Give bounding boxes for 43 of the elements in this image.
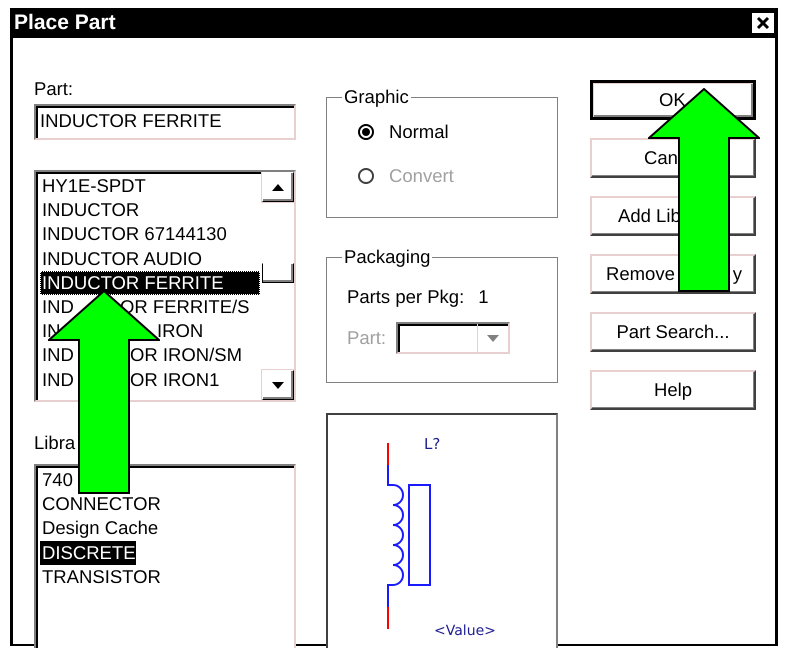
list-item-text: OR IRON/SM (130, 343, 242, 368)
up-triangle-icon (272, 184, 284, 190)
field-label: Part: (347, 327, 386, 349)
list-item[interactable]: Design Cache (40, 516, 158, 541)
group-title: Graphic (344, 86, 409, 107)
list-item-text: IND (42, 343, 75, 368)
list-item[interactable]: HY1E-SPDT (40, 174, 146, 198)
dialog-button[interactable]: Help (590, 370, 756, 410)
list-item-text: IND (42, 295, 75, 320)
button-text: y (732, 263, 742, 285)
list-item[interactable]: INDUCTOR AUDIO (40, 246, 202, 271)
list-item[interactable]: INDUCTOR FERRITE (40, 270, 260, 296)
scrollbar[interactable] (262, 172, 294, 400)
list-item[interactable]: 740 (40, 468, 73, 492)
down-triangle-icon (272, 382, 284, 388)
radio-label: Normal (389, 121, 449, 143)
group-title: Packaging (344, 246, 430, 267)
list-item-text: OR IRON1 (130, 368, 220, 392)
list-item[interactable]: DISCRETE (40, 540, 136, 565)
dialog-button[interactable]: Part Search... (590, 312, 756, 352)
field-value: 1 (478, 286, 489, 308)
radio-button[interactable] (357, 123, 375, 141)
radio-label: Convert (389, 165, 454, 187)
field-label: Part: (34, 78, 74, 100)
scroll-up-button[interactable] (262, 172, 294, 202)
list-item[interactable]: INDUCTOR (40, 198, 140, 222)
list-item[interactable]: TRANSISTOR (40, 564, 161, 590)
list-item[interactable]: CONNECTOR (40, 492, 161, 516)
button-text: Remove (606, 263, 675, 285)
scroll-thumb[interactable] (262, 263, 294, 283)
close-button[interactable] (750, 11, 776, 35)
close-icon (756, 16, 770, 30)
value-label: <Value> (434, 623, 496, 639)
list-item[interactable]: INDUCTOR 67144130 (40, 222, 227, 247)
reference-label: L? (424, 435, 440, 453)
field-label: Parts per Pkg: (347, 286, 464, 308)
dropdown-arrow-icon (487, 334, 500, 342)
window-title: Place Part (14, 11, 116, 35)
list-item-text: IND (42, 368, 75, 392)
field-label: Libra (34, 432, 76, 454)
scroll-down-button[interactable] (262, 370, 294, 400)
list-item-text: IRON (157, 319, 204, 344)
part-input-field[interactable]: INDUCTOR FERRITE (34, 104, 296, 140)
